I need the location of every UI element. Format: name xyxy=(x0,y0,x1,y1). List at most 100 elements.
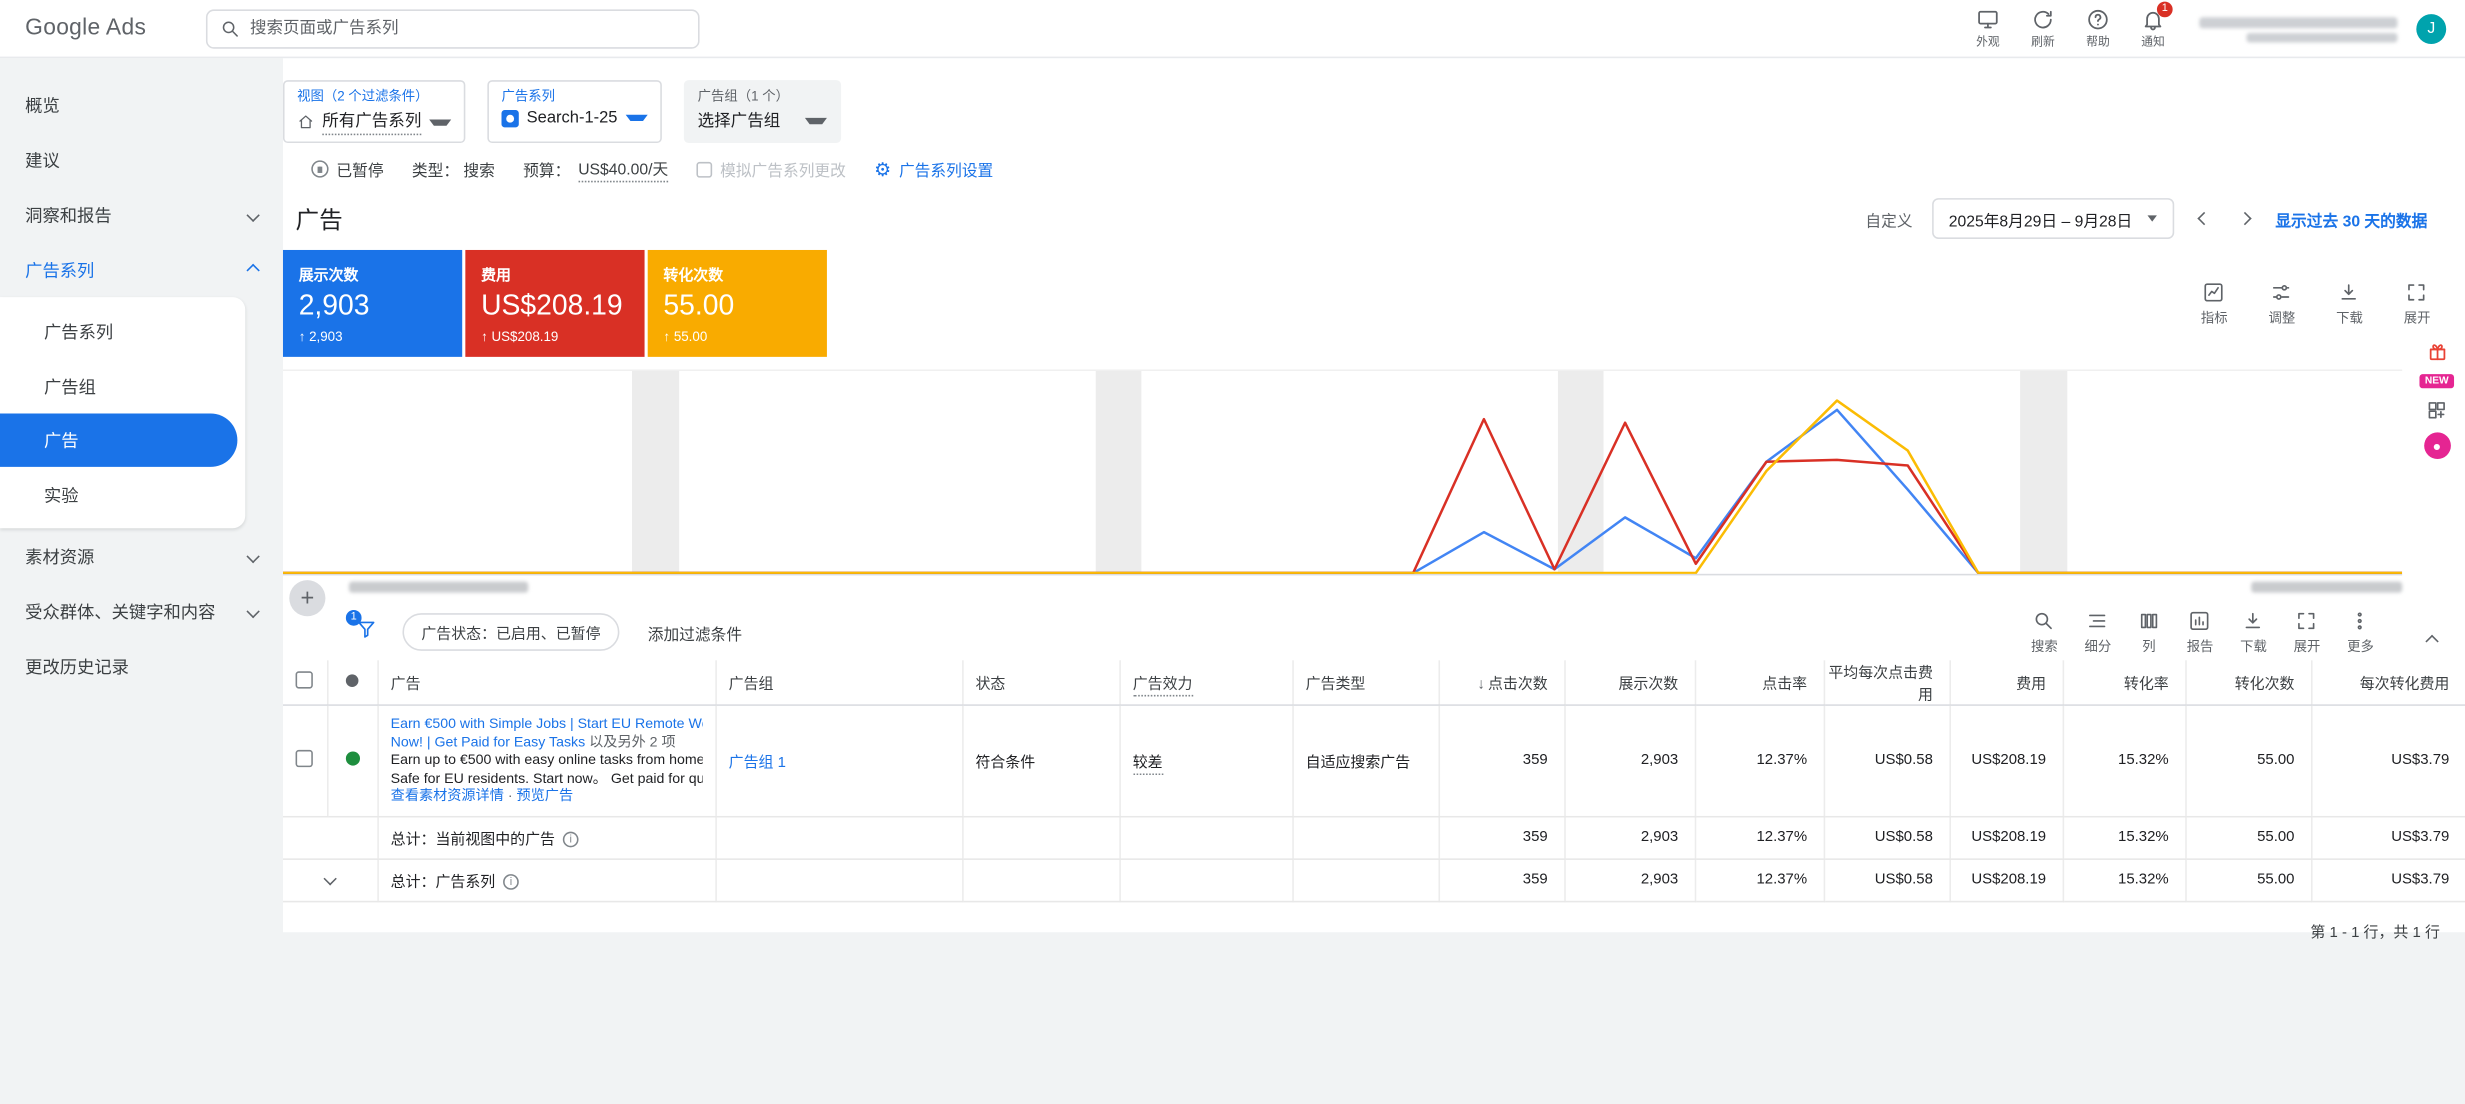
add-filter-button[interactable]: 添加过滤条件 xyxy=(648,620,742,644)
promo-circle-icon[interactable]: ● xyxy=(2423,432,2450,459)
adjust-button[interactable]: 调整 xyxy=(2268,281,2295,327)
table-expand-button[interactable]: 展开 xyxy=(2294,609,2321,655)
chevron-down-icon xyxy=(805,117,827,123)
info-icon[interactable]: i xyxy=(563,831,579,847)
column-header-conv-rate[interactable]: 转化率 xyxy=(2063,660,2186,705)
collapse-table-button[interactable] xyxy=(2421,619,2443,660)
gift-icon[interactable] xyxy=(2425,340,2449,364)
metrics-button[interactable]: 指标 xyxy=(2201,281,2228,327)
sidebar-item-audiences-keywords[interactable]: 受众群体、关键字和内容 xyxy=(0,583,283,638)
sidebar-item-insights-reports[interactable]: 洞察和报告 xyxy=(0,187,283,242)
columns-button[interactable]: 列 xyxy=(2138,609,2160,655)
column-header-ad[interactable]: 广告 xyxy=(377,660,715,705)
table-download-button[interactable]: 下载 xyxy=(2240,609,2267,655)
row-checkbox[interactable] xyxy=(296,749,313,766)
google-ads-logo: Google Ads xyxy=(25,16,146,41)
table-search-button[interactable]: 搜索 xyxy=(2031,609,2058,655)
scorecard-conversions[interactable]: 转化次数 55.00 ↑ 55.00 xyxy=(648,250,827,357)
column-header-impressions[interactable]: 展示次数 xyxy=(1564,660,1694,705)
preview-ad-link[interactable]: 预览广告 xyxy=(517,788,574,804)
column-header-ctr[interactable]: 点击率 xyxy=(1695,660,1824,705)
column-header-clicks[interactable]: ↓点击次数 xyxy=(1438,660,1564,705)
sidebar-item-campaigns[interactable]: 广告系列 xyxy=(0,242,283,297)
tune-icon xyxy=(2271,281,2293,303)
show-last-30-days-link[interactable]: 显示过去 30 天的数据 xyxy=(2275,207,2427,231)
cost-cell: US$208.19 xyxy=(1949,705,2062,816)
ad-headline-link[interactable]: Earn €500 with Simple Jobs | Start EU Re… xyxy=(391,715,702,733)
select-all-checkbox[interactable] xyxy=(296,671,313,688)
chevron-down-icon xyxy=(246,549,259,562)
info-icon[interactable]: i xyxy=(503,873,519,889)
ad-status-filter-chip[interactable]: 广告状态：已启用、已暂停 xyxy=(402,613,619,651)
sidebar-item-change-history[interactable]: 更改历史记录 xyxy=(0,638,283,693)
summary-row-campaign: 总计：广告系列i 359 2,903 12.37% US$0.58 US$208… xyxy=(283,858,2465,900)
sidebar-item-recommendations[interactable]: 建议 xyxy=(0,132,283,187)
campaigns-subpanel: 广告系列 广告组 广告 实验 xyxy=(0,297,245,528)
x-axis-label-redacted xyxy=(349,582,528,593)
column-header-avg-cpc[interactable]: 平均每次点击费用 xyxy=(1824,660,1950,705)
column-header-status[interactable]: 状态 xyxy=(962,660,1119,705)
campaign-settings-button[interactable]: ⚙ 广告系列设置 xyxy=(874,157,993,181)
segment-icon xyxy=(2087,609,2109,631)
appearance-button[interactable]: 外观 xyxy=(1960,8,2015,50)
sidebar-item-overview[interactable]: 概览 xyxy=(0,77,283,132)
reports-button[interactable]: 报告 xyxy=(2187,609,2214,655)
table-toolbar: 1 广告状态：已启用、已暂停 添加过滤条件 搜索 细分 xyxy=(283,607,2465,657)
topbar-actions: 外观 刷新 帮助 1 通知 xyxy=(1960,0,2446,58)
appearance-icon xyxy=(1976,8,2000,32)
ad-group-link[interactable]: 广告组 1 xyxy=(729,754,786,771)
avatar[interactable]: J xyxy=(2416,14,2446,44)
date-prev-button[interactable] xyxy=(2194,208,2216,230)
promo-rail: NEW ● xyxy=(2416,340,2457,459)
segment-button[interactable]: 细分 xyxy=(2084,609,2111,655)
status-dot-column-icon xyxy=(346,674,359,687)
adgroup-filter-chip[interactable]: 广告组（1 个） 选择广告组 xyxy=(684,80,841,143)
notifications-button[interactable]: 1 通知 xyxy=(2125,8,2180,50)
campaign-budget[interactable]: 预算：US$40.00/天 xyxy=(523,156,668,183)
apps-grid-icon[interactable] xyxy=(2426,399,2448,421)
filter-button[interactable]: 1 xyxy=(355,617,377,647)
column-header-conversions[interactable]: 转化次数 xyxy=(2185,660,2311,705)
subitem-ad-groups[interactable]: 广告组 xyxy=(0,358,245,413)
date-next-button[interactable] xyxy=(2234,208,2256,230)
columns-icon xyxy=(2138,609,2160,631)
ad-headline-link[interactable]: Now! | Get Paid for Easy Tasks xyxy=(391,733,586,749)
chevron-down-icon xyxy=(429,119,451,125)
expand-button[interactable]: 展开 xyxy=(2404,281,2431,327)
column-header-cost-per-conv[interactable]: 每次转化费用 xyxy=(2311,660,2465,705)
view-filter-chip[interactable]: 视图（2 个过滤条件） 所有广告系列 xyxy=(283,80,465,143)
ad-type-cell: 自适应搜索广告 xyxy=(1292,705,1438,816)
search-icon xyxy=(220,18,240,38)
expand-row-chevron[interactable] xyxy=(323,872,336,885)
filter-count-badge: 1 xyxy=(346,609,362,625)
scorecard-impressions[interactable]: 展示次数 2,903 ↑ 2,903 xyxy=(283,250,462,357)
page-header: 广告 自定义 2025年8月29日 – 9月28日 显示过去 30 天的数据 xyxy=(296,193,2453,243)
column-header-ad-type[interactable]: 广告类型 xyxy=(1292,660,1438,705)
column-header-cost[interactable]: 费用 xyxy=(1949,660,2062,705)
gear-icon: ⚙ xyxy=(874,160,891,179)
help-icon xyxy=(2086,8,2110,32)
add-fab[interactable]: + xyxy=(289,580,325,616)
refresh-button[interactable]: 刷新 xyxy=(2015,8,2070,50)
simulate-icon xyxy=(697,161,713,177)
more-button[interactable]: 更多 xyxy=(2347,609,2374,655)
sidebar-item-assets[interactable]: 素材资源 xyxy=(0,528,283,583)
subitem-ads[interactable]: 广告 xyxy=(0,413,237,466)
download-button[interactable]: 下载 xyxy=(2336,281,2363,327)
trend-lines xyxy=(283,371,2402,575)
notifications-badge: 1 xyxy=(2157,2,2173,18)
subitem-campaigns[interactable]: 广告系列 xyxy=(0,303,245,358)
global-search[interactable] xyxy=(206,9,700,48)
simulate-changes-button: 模拟广告系列更改 xyxy=(697,157,846,181)
date-range-picker[interactable]: 2025年8月29日 – 9月28日 xyxy=(1931,198,2174,239)
subitem-experiments[interactable]: 实验 xyxy=(0,467,245,522)
help-button[interactable]: 帮助 xyxy=(2070,8,2125,50)
scorecard-cost[interactable]: 费用 US$208.19 ↑ US$208.19 xyxy=(465,250,644,357)
ad-strength-cell: 较差 xyxy=(1133,754,1163,774)
column-header-strength[interactable]: 广告效力 xyxy=(1119,660,1292,705)
column-header-ad-group[interactable]: 广告组 xyxy=(715,660,962,705)
campaign-filter-chip[interactable]: 广告系列 Search-1-25 xyxy=(487,80,661,143)
view-assets-link[interactable]: 查看素材资源详情 xyxy=(391,788,504,804)
global-search-input[interactable] xyxy=(250,19,685,38)
performance-chart xyxy=(283,369,2402,575)
